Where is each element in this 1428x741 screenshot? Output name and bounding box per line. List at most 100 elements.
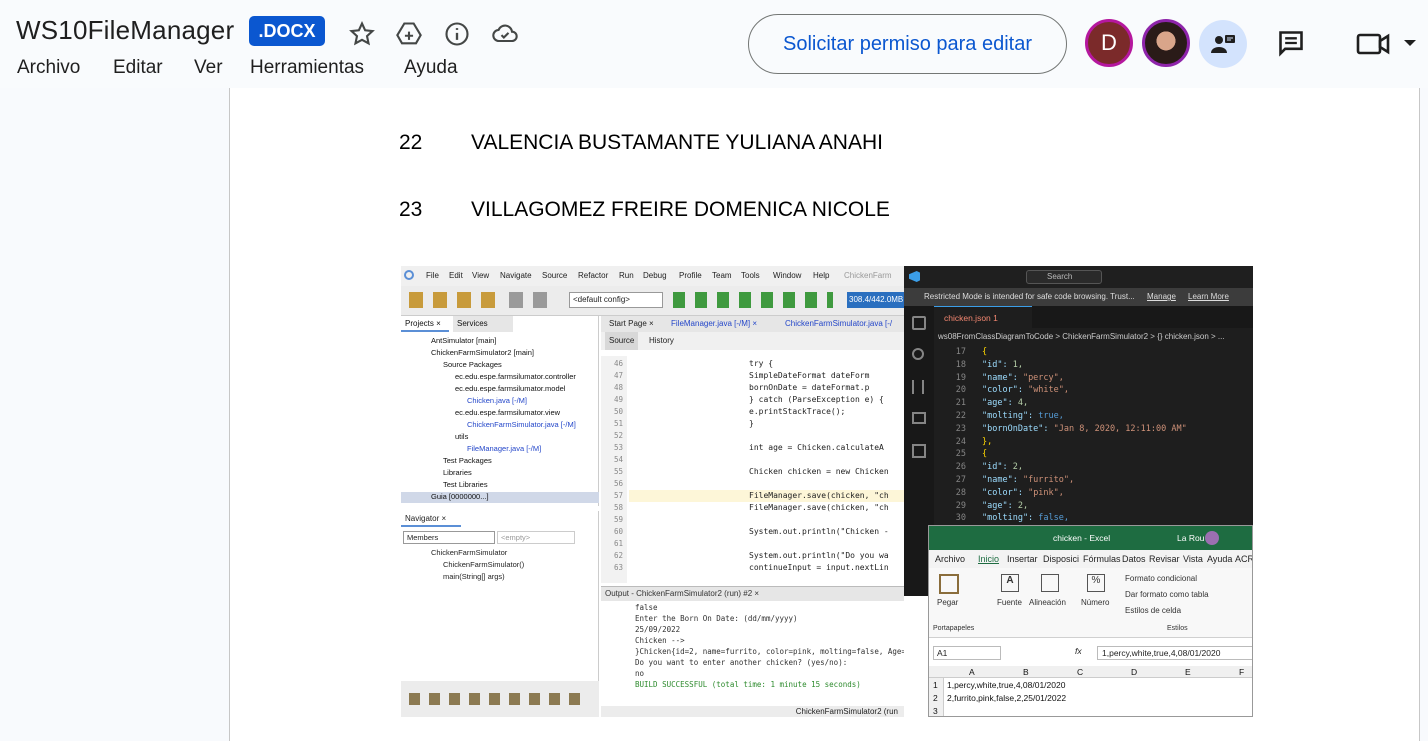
line-number: 61 <box>613 539 623 548</box>
tree-node: ec.edu.espe.farmsilumator.view <box>455 408 561 417</box>
avatar-user-photo[interactable] <box>1142 19 1190 67</box>
vs-line-number: 29 <box>955 500 966 511</box>
output-line: Chicken --> <box>635 636 685 645</box>
ribbon-tab: Archivo <box>935 554 966 564</box>
netbeans-toolbar: <default config> 308.4/442.0MB <box>401 286 904 316</box>
vs-code-line: { <box>982 347 988 357</box>
menu-herramientas[interactable]: Herramientas <box>250 57 364 79</box>
run-debug-icon <box>912 412 926 424</box>
code-line: int age = Chicken.calculateA <box>749 443 884 452</box>
netbeans-menubar: File Edit View Navigate Source Refactor … <box>401 266 904 286</box>
excel-user: La Rou <box>1177 533 1205 543</box>
cloud-saved-icon[interactable] <box>491 20 519 48</box>
source-tab: Source <box>605 332 639 350</box>
line-number: 50 <box>613 407 623 416</box>
warning-text: Restricted Mode is intended for safe cod… <box>924 292 1135 301</box>
code-line: e.printStackTrace(); <box>749 407 846 416</box>
line-number: 49 <box>613 395 623 404</box>
excel-ribbon: Pegar A Fuente Alineación % Número Forma… <box>929 568 1252 638</box>
chevron-down-icon[interactable] <box>1403 38 1417 48</box>
run-debug-icons <box>673 292 833 308</box>
avatar-user-d[interactable]: D <box>1085 19 1133 67</box>
number-label: Número <box>1081 598 1110 607</box>
config-select: <default config> <box>569 292 663 308</box>
json-tab: chicken.json 1 <box>934 306 1032 328</box>
percent-icon: % <box>1087 574 1105 592</box>
vs-code-line: "id": 2, <box>982 462 1023 473</box>
menu-ayuda[interactable]: Ayuda <box>404 57 458 79</box>
vs-line-number: 23 <box>955 423 966 434</box>
line-number: 63 <box>613 563 623 572</box>
column-header: D <box>1131 667 1138 677</box>
nb-menu-item: Team <box>712 271 732 280</box>
extensions-icon <box>912 444 926 458</box>
output-panel: Output - ChickenFarmSimulator2 (run) #2 … <box>601 586 904 706</box>
user-avatar <box>1205 531 1219 545</box>
comments-icon[interactable] <box>1277 29 1305 57</box>
formula-bar: A1 fx 1,percy,white,true,4,08/01/2020 <box>929 644 1252 662</box>
vs-line-number: 26 <box>955 462 966 473</box>
ribbon-tab: Ayuda <box>1207 554 1233 564</box>
members-select: Members <box>403 531 495 544</box>
toolbar-icons <box>409 693 589 705</box>
document-title[interactable]: WS10FileManager <box>16 15 234 46</box>
toolbar-icons <box>409 292 499 308</box>
line-number: 55 <box>613 467 623 476</box>
move-to-drive-icon[interactable] <box>395 20 423 48</box>
vs-code-line: "age": 4, <box>982 398 1029 409</box>
undo-redo-icon <box>509 292 549 308</box>
menu-ver[interactable]: Ver <box>194 57 223 79</box>
list-number: 22 <box>399 131 423 154</box>
excel-ribbon-tabs: Archivo Inicio Insertar Disposici Fórmul… <box>929 550 1252 568</box>
cell-value: 1,percy,white,true,4,08/01/2020 <box>947 680 1066 690</box>
output-tab: Output - ChickenFarmSimulator2 (run) #2 … <box>601 587 904 601</box>
tree-node: ChickenFarmSimulator.java [-/M] <box>467 420 576 429</box>
fx-icon: fx <box>1075 646 1082 656</box>
ribbon-tab: Disposici <box>1043 554 1080 564</box>
star-icon[interactable] <box>348 20 376 48</box>
excel-title: chicken - Excel <box>1053 533 1111 543</box>
excel-titlebar: chicken - Excel La Rou <box>929 526 1252 550</box>
font-icon: A <box>1001 574 1019 592</box>
vs-code-line: "id": 1, <box>982 359 1023 370</box>
restricted-mode-banner: Restricted Mode is intended for safe cod… <box>904 288 1253 306</box>
vs-code-line: "molting": true, <box>982 411 1064 421</box>
request-edit-access-button[interactable]: Solicitar permiso para editar <box>748 14 1067 74</box>
vs-line-number: 30 <box>955 513 966 524</box>
code-line: Chicken chicken = new Chicken <box>749 467 889 476</box>
cell-styles-label: Estilos de celda <box>1125 606 1182 615</box>
status-bar: ChickenFarmSimulator2 (run <box>601 706 904 717</box>
meet-video-icon[interactable] <box>1356 31 1392 57</box>
name-box: A1 <box>933 646 1001 660</box>
format-table-label: Dar formato como tabla <box>1125 590 1209 599</box>
projects-tab: Projects × <box>401 316 449 332</box>
spreadsheet-grid: A B C D E F 1 1,percy,white,true,4,08/01/2020 2 2… <box>929 666 1252 716</box>
vs-code-line: { <box>982 449 988 460</box>
output-line: }Chicken{id=2, name=furrito, color=pink,… <box>635 647 904 656</box>
code-line: continueInput = input.nextLin <box>749 563 889 572</box>
editor-subtabs: Source History <box>601 332 904 350</box>
nb-menu-item: ChickenFarm <box>844 271 892 280</box>
nb-menu-item: Refactor <box>578 271 609 280</box>
line-number: 46 <box>613 359 623 368</box>
embedded-screenshot: File Edit View Navigate Source Refactor … <box>401 266 1253 717</box>
nb-menu-item: Run <box>619 271 634 280</box>
docs-header: WS10FileManager .DOCX Archivo Editar Ver… <box>0 0 1428 88</box>
styles-group-label: Estilos <box>1167 625 1188 632</box>
vs-code-line: "molting": false, <box>982 513 1070 524</box>
memory-indicator: 308.4/442.0MB <box>847 292 904 308</box>
menu-archivo[interactable]: Archivo <box>17 57 80 79</box>
navigator-panel: Navigator × Members <empty> ChickenFarmS… <box>401 511 599 681</box>
tree-node: Test Libraries <box>443 480 488 489</box>
menu-editar[interactable]: Editar <box>113 57 163 79</box>
share-people-button[interactable] <box>1199 20 1247 68</box>
vs-line-number: 22 <box>955 411 966 421</box>
line-number: 52 <box>613 431 623 440</box>
nb-menu-item: Help <box>813 271 830 280</box>
code-line: bornOnDate = dateFormat.p <box>749 383 870 392</box>
nb-menu-item: Navigate <box>500 271 532 280</box>
editor-tab: Start Page × <box>609 319 654 328</box>
paste-label: Pegar <box>937 598 959 607</box>
netbeans-bottom-toolbar <box>401 681 599 717</box>
info-icon[interactable] <box>443 20 471 48</box>
